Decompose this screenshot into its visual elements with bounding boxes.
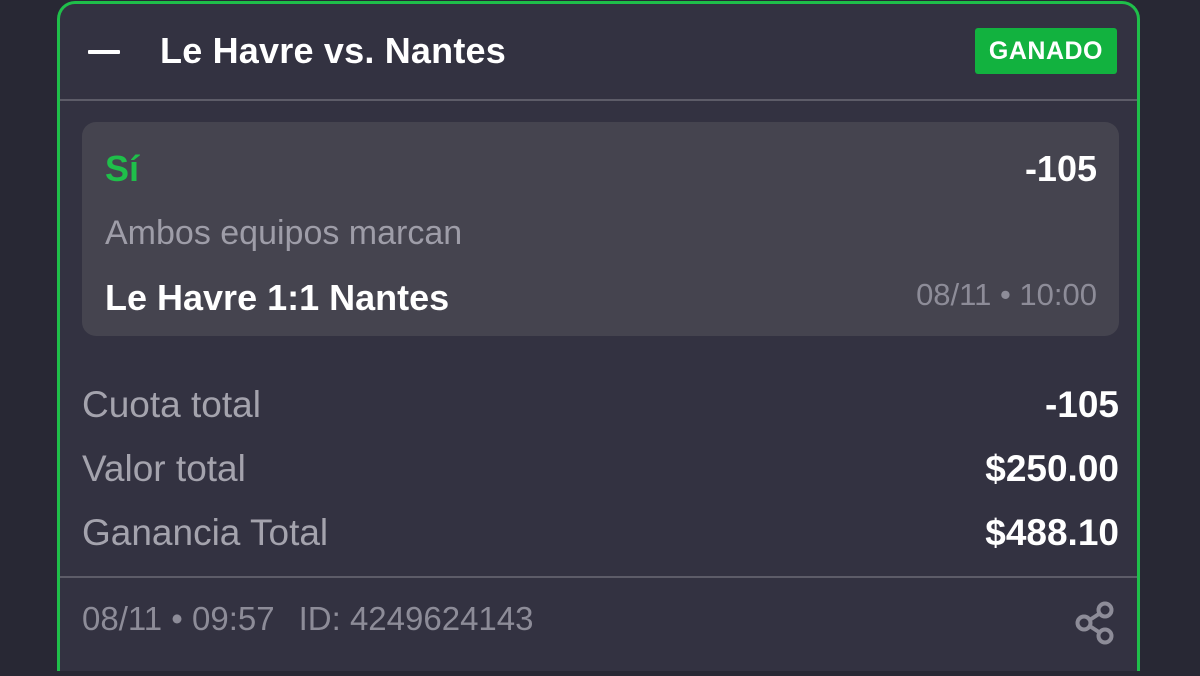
event-datetime: 08/11 • 10:00 (916, 277, 1097, 312)
summary-row-total-odds: Cuota total -105 (82, 384, 1119, 434)
selection-details: Sí -105 Ambos equipos marcan Le Havre 1:… (82, 122, 1119, 336)
bet-id: ID: 4249624143 (298, 600, 534, 637)
pick-odds: -105 (1024, 148, 1097, 189)
footer-meta: 08/11 • 09:57 ID: 4249624143 (82, 600, 533, 638)
total-stake-value: $250.00 (985, 448, 1119, 489)
share-button[interactable] (1073, 600, 1117, 646)
summary-row-total-winnings: Ganancia Total $488.10 (82, 512, 1119, 562)
bet-card: Le Havre vs. Nantes GANADO Sí -105 Ambos… (57, 1, 1140, 671)
share-icon (1075, 601, 1114, 645)
total-odds-label: Cuota total (82, 384, 261, 425)
bet-card-footer: 08/11 • 09:57 ID: 4249624143 (60, 576, 1137, 676)
event-result: Le Havre 1:1 Nantes (105, 277, 450, 318)
market-name: Ambos equipos marcan (105, 214, 463, 252)
total-winnings-label: Ganancia Total (82, 512, 329, 553)
minus-icon (88, 50, 120, 54)
collapse-button[interactable] (88, 34, 122, 68)
bet-card-header: Le Havre vs. Nantes GANADO (60, 4, 1137, 101)
summary-row-total-stake: Valor total $250.00 (82, 448, 1119, 498)
placed-at: 08/11 • 09:57 (82, 600, 275, 637)
match-title: Le Havre vs. Nantes (160, 30, 506, 71)
status-badge: GANADO (974, 28, 1117, 74)
total-winnings-value: $488.10 (985, 512, 1119, 553)
total-stake-label: Valor total (82, 448, 246, 489)
total-odds-value: -105 (1044, 384, 1119, 425)
pick-label: Sí (105, 148, 140, 189)
